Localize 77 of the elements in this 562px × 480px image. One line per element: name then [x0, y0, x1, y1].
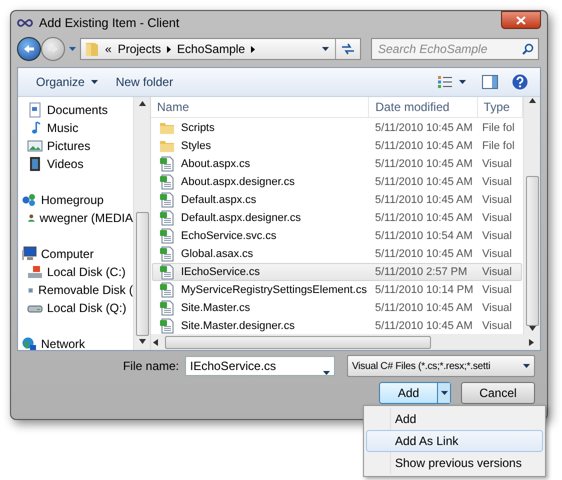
- type-cell-text: Visual: [481, 194, 513, 206]
- breadcrumb[interactable]: EchoSample: [177, 42, 246, 56]
- cancel-button[interactable]: Cancel: [461, 382, 535, 404]
- file-row[interactable]: Global.asax.cs 5/11/2010 10:45 AM Visual: [152, 245, 522, 263]
- breadcrumb-overflow[interactable]: «: [105, 42, 112, 56]
- name-cell: Site.Master.designer.cs: [153, 318, 369, 334]
- name-cell: EchoService.svc.cs: [153, 228, 369, 244]
- date-cell-text: 5/11/2010 10:45 AM: [374, 158, 474, 170]
- type-cell-text: Visual: [481, 230, 513, 242]
- column-header[interactable]: Name: [151, 97, 370, 117]
- nav-item[interactable]: Computer: [18, 245, 133, 263]
- type-cell-text: Visual: [481, 302, 513, 314]
- date-cell-text: 5/11/2010 10:45 AM: [374, 248, 474, 260]
- type-cell-text: Visual: [481, 284, 513, 296]
- date-cell-text: 5/11/2010 10:45 AM: [374, 320, 474, 332]
- name-cell: Default.aspx.cs: [153, 192, 369, 208]
- name-cell: Styles: [153, 138, 369, 154]
- nav-item[interactable]: Videos: [18, 155, 133, 173]
- file-type-dropdown[interactable]: Visual C# Files (*.cs;*.resx;*.setti: [347, 355, 535, 377]
- file-row[interactable]: Default.aspx.cs 5/11/2010 10:45 AM Visual: [152, 191, 522, 209]
- breadcrumb[interactable]: Projects: [118, 42, 162, 56]
- date-cell-text: 5/11/2010 10:45 AM: [374, 302, 474, 314]
- file-row[interactable]: Scripts 5/11/2010 10:45 AM File fol: [152, 119, 522, 137]
- date-cell-text: 5/11/2010 10:45 AM: [374, 194, 474, 206]
- file-row[interactable]: MyServiceRegistrySettingsElement.cs 5/11/2010 10:14 PM Visual: [152, 281, 522, 299]
- name-cell: MyServiceRegistrySettingsElement.cs: [153, 282, 369, 298]
- name-cell: Global.asax.cs: [153, 246, 369, 262]
- column-header[interactable]: Date modified: [369, 97, 478, 117]
- nav-item[interactable]: Local Disk (Q:): [18, 299, 133, 317]
- type-cell-text: File fol: [481, 140, 516, 152]
- file-name-field[interactable]: IEchoService.cs: [185, 356, 335, 376]
- date-cell-text: 5/11/2010 10:45 AM: [374, 140, 474, 152]
- type-cell-text: Visual: [481, 158, 513, 170]
- name-cell: About.aspx.cs: [153, 156, 369, 172]
- address-bar[interactable]: « Projects EchoSample: [80, 38, 361, 60]
- name-cell: IEchoService.cs: [153, 264, 369, 280]
- file-row[interactable]: Styles 5/11/2010 10:45 AM File fol: [152, 137, 522, 155]
- date-cell-text: 5/11/2010 10:45 AM: [374, 122, 474, 134]
- file-row[interactable]: Site.Master.cs 5/11/2010 10:45 AM Visual: [152, 299, 522, 317]
- name-cell: Site.Master.cs: [153, 300, 369, 316]
- date-cell-text: 5/11/2010 10:45 AM: [374, 176, 474, 188]
- nav-item[interactable]: Music: [18, 119, 133, 137]
- nav-item[interactable]: Removable Disk (: [18, 281, 133, 299]
- file-row[interactable]: About.aspx.designer.cs 5/11/2010 10:45 AM Visual: [152, 173, 522, 191]
- file-row[interactable]: About.aspx.cs 5/11/2010 10:45 AM Visual: [152, 155, 522, 173]
- file-row[interactable]: Default.aspx.designer.cs 5/11/2010 10:45 AM Visual: [152, 209, 522, 227]
- menu-item[interactable]: Show previous versions: [366, 452, 543, 474]
- nav-item[interactable]: Local Disk (C:): [18, 263, 133, 281]
- organize-button[interactable]: Organize: [30, 73, 104, 91]
- file-row[interactable]: IEchoService.cs 5/11/2010 2:57 PM Visual: [152, 263, 522, 281]
- nav-item[interactable]: Documents: [18, 101, 133, 119]
- type-cell-text: Visual: [481, 320, 513, 332]
- type-cell-text: File fol: [481, 122, 516, 134]
- type-cell-text: Visual: [481, 266, 513, 278]
- add-button[interactable]: Add: [379, 382, 451, 404]
- nav-item[interactable]: Network: [18, 335, 133, 350]
- date-cell-text: 5/11/2010 10:54 AM: [374, 230, 474, 242]
- date-cell-text: 5/11/2010 2:57 PM: [374, 266, 468, 278]
- type-cell-text: Visual: [481, 212, 513, 224]
- name-cell: Default.aspx.designer.cs: [153, 210, 369, 226]
- file-name-label: File name:: [122, 359, 179, 373]
- nav-item[interactable]: wwegner (MEDIA: [18, 209, 133, 227]
- file-row[interactable]: EchoService.svc.cs 5/11/2010 10:54 AM Visual: [152, 227, 522, 245]
- search-field[interactable]: Search EchoSample: [371, 38, 539, 60]
- name-cell: Scripts: [153, 120, 369, 136]
- menu-item[interactable]: Add As Link: [366, 430, 543, 452]
- type-cell-text: Visual: [481, 176, 513, 188]
- new-folder-button[interactable]: New folder: [110, 73, 180, 91]
- nav-item[interactable]: Pictures: [18, 137, 133, 155]
- date-cell-text: 5/11/2010 10:14 PM: [374, 284, 474, 296]
- window-title: Add Existing Item - Client: [39, 16, 180, 30]
- type-cell-text: Visual: [481, 248, 513, 260]
- date-cell-text: 5/11/2010 10:45 AM: [374, 212, 474, 224]
- nav-item[interactable]: Homegroup: [18, 191, 133, 209]
- file-row[interactable]: Site.Master.designer.cs 5/11/2010 10:45 AM Visual: [152, 317, 522, 334]
- name-cell: About.aspx.designer.cs: [153, 174, 369, 190]
- menu-item[interactable]: Add: [366, 408, 543, 430]
